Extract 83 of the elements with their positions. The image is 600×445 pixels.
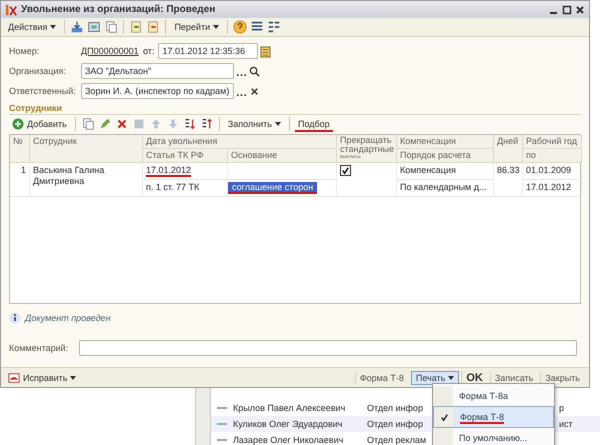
actions-menu[interactable]: Действия [5, 21, 60, 33]
close-icon[interactable] [575, 4, 585, 14]
field-label: Номер: [9, 46, 40, 56]
row-icon [217, 422, 227, 426]
structure-icon[interactable] [267, 20, 282, 34]
caret-icon [274, 122, 281, 126]
form-button[interactable]: Форма Т-8 [354, 370, 409, 384]
table-cell: По календарным д... [397, 180, 494, 197]
list-cell-text: Отдел инфор [367, 419, 424, 429]
copy-icon[interactable] [80, 117, 95, 131]
row-icon [217, 438, 227, 442]
column-header: по [523, 149, 582, 163]
maximize-icon[interactable] [562, 4, 572, 14]
help-icon[interactable] [233, 20, 248, 34]
column-header: Дата увольнения [143, 135, 337, 149]
post-icon[interactable] [70, 20, 84, 34]
field-label: Организация: [9, 66, 67, 76]
document-minus-icon[interactable] [146, 20, 160, 34]
fill-menu[interactable]: Заполнить [224, 118, 284, 130]
table-cell[interactable]: соглашение сторон [228, 182, 318, 192]
list-cell-text: Отдел реклам [367, 435, 428, 445]
list-cell-text: Крылов Павел Алексеевич [233, 403, 346, 413]
caret-icon [448, 376, 454, 380]
goto-menu[interactable]: Перейти [171, 21, 222, 33]
column-header: Порядок расчета [397, 149, 494, 163]
menu-item[interactable]: Форма Т-8 [433, 406, 554, 428]
column-header: Компенсация [397, 135, 494, 149]
menu-item-label: Форма Т-8 [460, 412, 504, 422]
number-value: ДП000000001 [81, 46, 137, 56]
caret-icon [213, 25, 220, 29]
section-title: Сотрудники [9, 103, 62, 113]
list-cell: ист [559, 419, 573, 429]
organization-field[interactable]: ЗАО "Дельтаон" [81, 63, 234, 79]
menu-item-label: Форма Т-8а [459, 391, 508, 401]
pick-button[interactable]: Подбор [294, 118, 333, 130]
document-icon [8, 372, 20, 384]
list-cell: р [559, 403, 564, 413]
calendar-icon[interactable] [260, 44, 272, 58]
checkbox[interactable] [340, 165, 351, 176]
info-icon [9, 312, 21, 324]
column-header: № [10, 135, 30, 163]
field-label: Комментарий: [9, 343, 70, 353]
delete-icon[interactable] [114, 117, 129, 131]
caret-icon [50, 25, 56, 29]
fix-menu[interactable]: Исправить [5, 370, 80, 384]
table-cell: 17.01.2012 [523, 180, 582, 197]
menu-item-label: По умолчанию... [459, 433, 528, 443]
app-icon [5, 4, 17, 16]
table-cell: 86.33 [494, 163, 523, 197]
column-header: Статья ТК РФ [143, 149, 228, 163]
row-icon [217, 406, 227, 410]
document-icon[interactable] [87, 20, 102, 34]
table-cell: Компенсация [397, 163, 494, 180]
list-cell-text: Лазарев Олег Николаевич [233, 435, 344, 445]
column-header: Сотрудник [30, 135, 143, 163]
list-cell-text: Отдел инфор [367, 403, 424, 413]
table-cell: Васькина Галина Дмитриевна [30, 163, 143, 197]
table-cell: 17.01.2012 [146, 165, 192, 175]
comment-field[interactable] [79, 340, 577, 356]
list-cell-text: Куликов Олег Эдуардович [233, 419, 344, 429]
table-cell: 1 [10, 163, 30, 197]
caret-icon [70, 376, 76, 380]
plus-icon [12, 118, 24, 130]
table-cell: 01.01.2009 [523, 163, 582, 180]
window-title: Увольнение из организаций: Проведен [21, 4, 216, 15]
date-field[interactable]: 17.01.2012 12:35:36 [158, 43, 258, 59]
status-text: Документ проведен [25, 313, 111, 323]
add-button[interactable]: Добавить [9, 117, 70, 131]
document-plus-icon[interactable] [129, 20, 144, 34]
search-icon[interactable] [249, 64, 260, 78]
field-label: от: [143, 46, 154, 56]
copy-icon[interactable] [104, 20, 118, 34]
menu-item[interactable]: Форма Т-8а [433, 386, 554, 406]
column-header: Рабочий год [523, 135, 582, 149]
field-label: Ответственный: [9, 86, 77, 96]
header-text: Прекращать стандартные [340, 136, 393, 154]
sort-ascending-icon[interactable] [182, 117, 197, 131]
footer-button[interactable]: Печать [410, 370, 460, 384]
responsible-field[interactable]: Зорин И. А. (инспектор по кадрам) [81, 83, 234, 99]
sort-descending-icon[interactable] [200, 117, 214, 131]
column-header: Основание [228, 149, 337, 163]
column-header: Дней [494, 135, 523, 163]
menu-item[interactable]: По умолчанию... [433, 428, 554, 445]
